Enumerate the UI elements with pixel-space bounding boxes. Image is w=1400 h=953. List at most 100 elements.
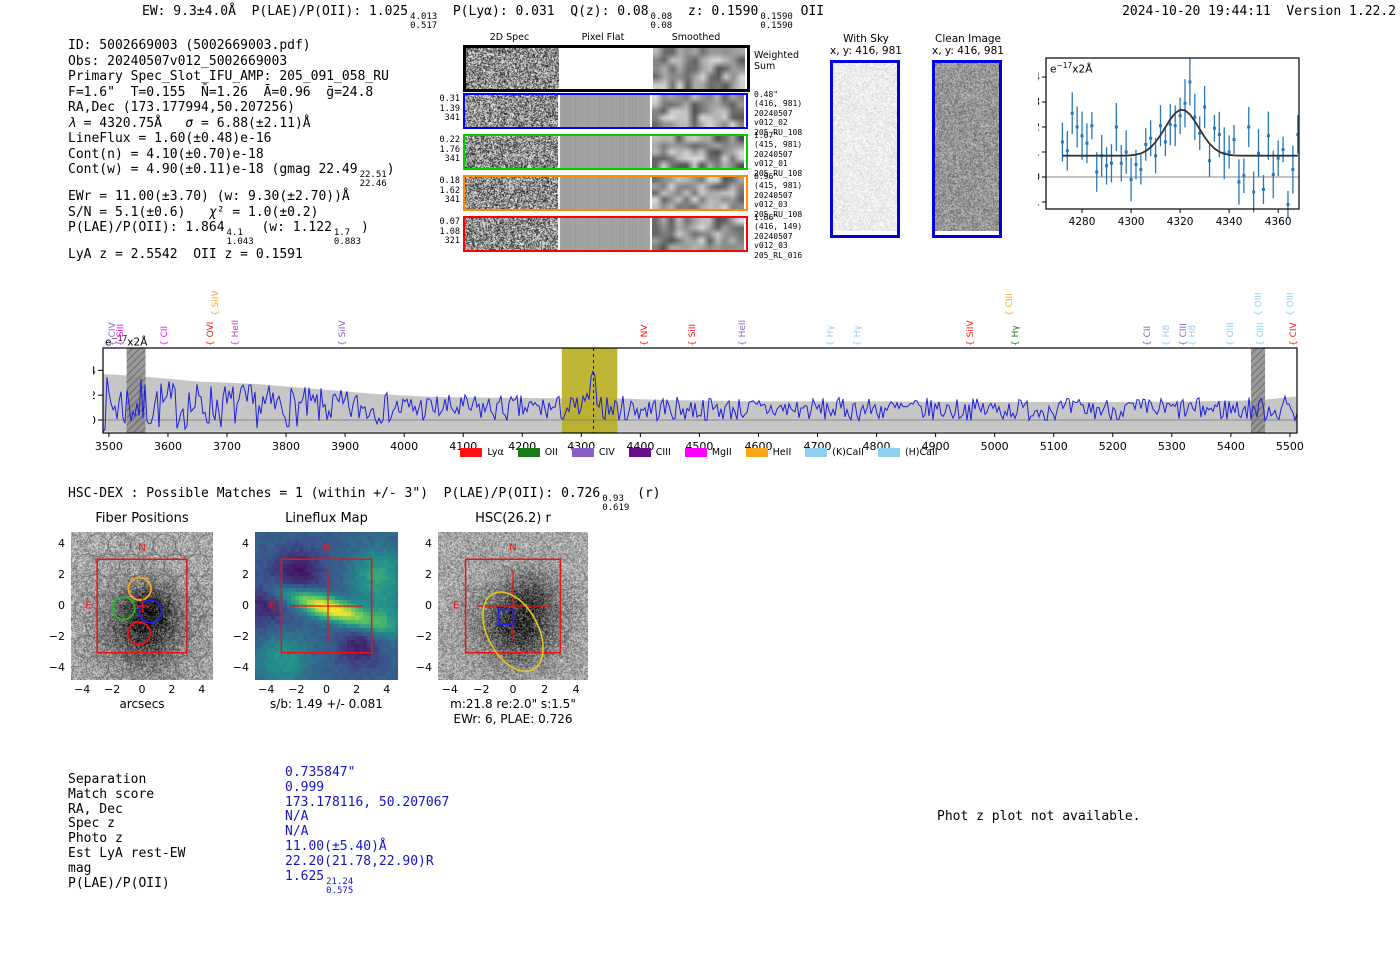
clean-image [935,63,999,231]
value-range: 0.1590 0.1590 [758,13,793,31]
spectral-line-label: { CIV [1288,322,1299,346]
svg-text:3: 3 [1038,97,1040,109]
hsc-dex-line: HSC-DEX : Possible Matches = 1 (within +… [68,486,661,513]
spec2d-row-annotation: 1.66" (416, 149) 20240507 v012_03 205_RL_016 [754,213,814,260]
flat-image [561,48,651,89]
text-line: ID: 5002669003 (5002669003.pdf) [68,38,395,54]
svg-text:4: 4 [93,364,96,377]
match-row-label: Spec z [68,816,115,832]
svg-text:E: E [85,600,91,611]
text-token: ID: 5002669003 (5002669003.pdf) [68,38,311,53]
spectral-line-label: { OIII [1225,322,1236,346]
flat-image [560,136,650,168]
match-row-value: 0.999 [285,780,449,795]
flat-image [560,218,650,250]
legend-label: Lyα [487,447,504,458]
text-token: LyA z = 2.5542 OII z = 0.1591 [68,247,303,262]
svg-text:4320: 4320 [1167,216,1194,228]
text-token: z: 0.1590 [672,4,759,19]
spectral-line-label: { Hγ [853,325,864,346]
text-line: F=1.6" T=0.155 N̄=1.26 Ā=0.96 ḡ=24.8 [68,85,395,101]
spec2d-row-left-label: 0.31 1.39 341 [430,94,460,124]
text-token: P(LAE)/P(OII): 1.864 [68,220,225,235]
legend-swatch [684,448,707,457]
svg-text:−1: −1 [1038,197,1040,209]
annotation-line: (416, 981) [754,99,803,109]
fiber-positions-panel: NE [71,532,213,680]
smooth-image [652,136,744,168]
hsc-xlabel: m:21.8 re:2.0" s:1.5" [450,697,576,711]
y-tick-label: −2 [415,630,432,644]
text-token: Primary Spec_Slot_IFU_AMP: 205_091_058_R… [68,69,389,84]
x-tick-label: −2 [473,683,490,696]
text-token: 0.735847" [285,765,356,780]
x-tick-label: −2 [288,683,305,696]
text-token: (w: 1.122 [253,220,332,235]
legend-label: HeII [772,447,792,458]
spec2d-row [463,216,748,252]
annotation-line: 20240507 [754,108,793,118]
annotation-line: 205_RL_016 [754,250,803,260]
left-label-line: 321 [444,236,460,247]
summary-header: EW: 9.3±4.0Å P(LAE)/P(OII): 1.025 4.013 0.… [142,4,824,31]
text-token: N/A [285,824,309,840]
spectral-line-label: { CII [160,325,171,346]
svg-text:E: E [453,600,459,611]
flux-exp: −17 [1056,61,1073,70]
range-low: 0.517 [410,21,438,31]
text-token: EWr = 11.00(±3.70) (w: 9.30(±2.70))Å [68,189,350,204]
hsc-image-panel: NE [438,532,588,680]
annotation-line: (415, 981) [754,181,803,191]
spectral-line-label: { SiII [115,323,126,346]
flux-units-label: e−17x2Å [1050,61,1092,76]
text-token: χ [208,204,217,220]
text-token: EW: 9.3±4.0Å P(LAE)/P(OII): 1.025 [142,4,409,19]
spectral-line-label: { OVI [206,321,217,346]
spectral-line-label: { OIII [1253,292,1264,316]
range-low: 0.575 [326,885,354,896]
legend-label: (H)CaII [904,447,938,458]
svg-text:0: 0 [1038,172,1040,184]
match-row-label: RA, Dec [68,801,123,817]
value-range: 21.24 0.575 [324,877,354,896]
noise-image [465,177,558,209]
spec2d-row-annotation: 1.07" (415, 981) 20240507 v012_01 205_RU_108 [754,131,814,178]
text-line: LineFlux = 1.60(±0.48)e-16 [68,131,395,147]
lineflux-xlabel: s/b: 1.49 +/- 0.081 [270,697,383,711]
spec2d-row-annotation: 0.96" (415, 981) 20240507 v012_03 205_RU_108 [754,172,814,219]
hsc-image-title: HSC(26.2) r [475,511,551,526]
withsky-coords: x, y: 416, 981 [830,45,902,57]
lineflux-map-title: Lineflux Map [285,511,368,526]
legend-item: (H)CaII [877,447,938,458]
photz-note: Phot z plot not available. [937,809,1141,824]
spec2d-row-left-label: 0.07 1.08 321 [430,217,460,247]
legend-item: Lyα [460,447,504,458]
text-token: ² = 1.0(±0.2) [216,204,319,220]
legend-item: OII [517,447,558,458]
text-token: N/A [285,809,309,825]
svg-text:1: 1 [1038,147,1040,159]
y-tick-label: 2 [242,567,249,581]
left-label-line: 341 [444,195,460,206]
text-token: 11.00(±5.40)Å [285,838,387,854]
text-token: λ [68,115,76,131]
match-row-label: P(LAE)/P(OII) [68,875,170,891]
x-tick-label: −4 [74,683,91,696]
legend-swatch [805,448,828,457]
svg-text:N: N [509,543,516,554]
svg-text:N: N [323,543,330,554]
match-row-label: Photo z [68,831,123,847]
smooth-image [653,48,745,89]
fiber-xlabel: arcsecs [119,697,165,711]
text-token: ) [386,162,395,177]
legend-swatch [877,448,900,457]
zoom-spectrum-plot: 4280 4300 4320 4340 4360 −1 0 1 2 3 4 e−17x2Å [1025,52,1308,242]
match-row-value: 1.625 21.24 0.575 [285,869,449,896]
svg-text:N: N [138,543,145,554]
spec2d-row-left-label: 0.22 1.76 341 [430,135,460,165]
spectrum-legend: Lyα OII CIV CIII MgII HeII (K)CaII (H)CaII [93,447,1305,458]
svg-text:4340: 4340 [1216,216,1243,228]
spectral-line-label: { OIII [1256,322,1267,346]
svg-text:2: 2 [93,389,96,402]
match-row-label: Separation [68,772,147,787]
